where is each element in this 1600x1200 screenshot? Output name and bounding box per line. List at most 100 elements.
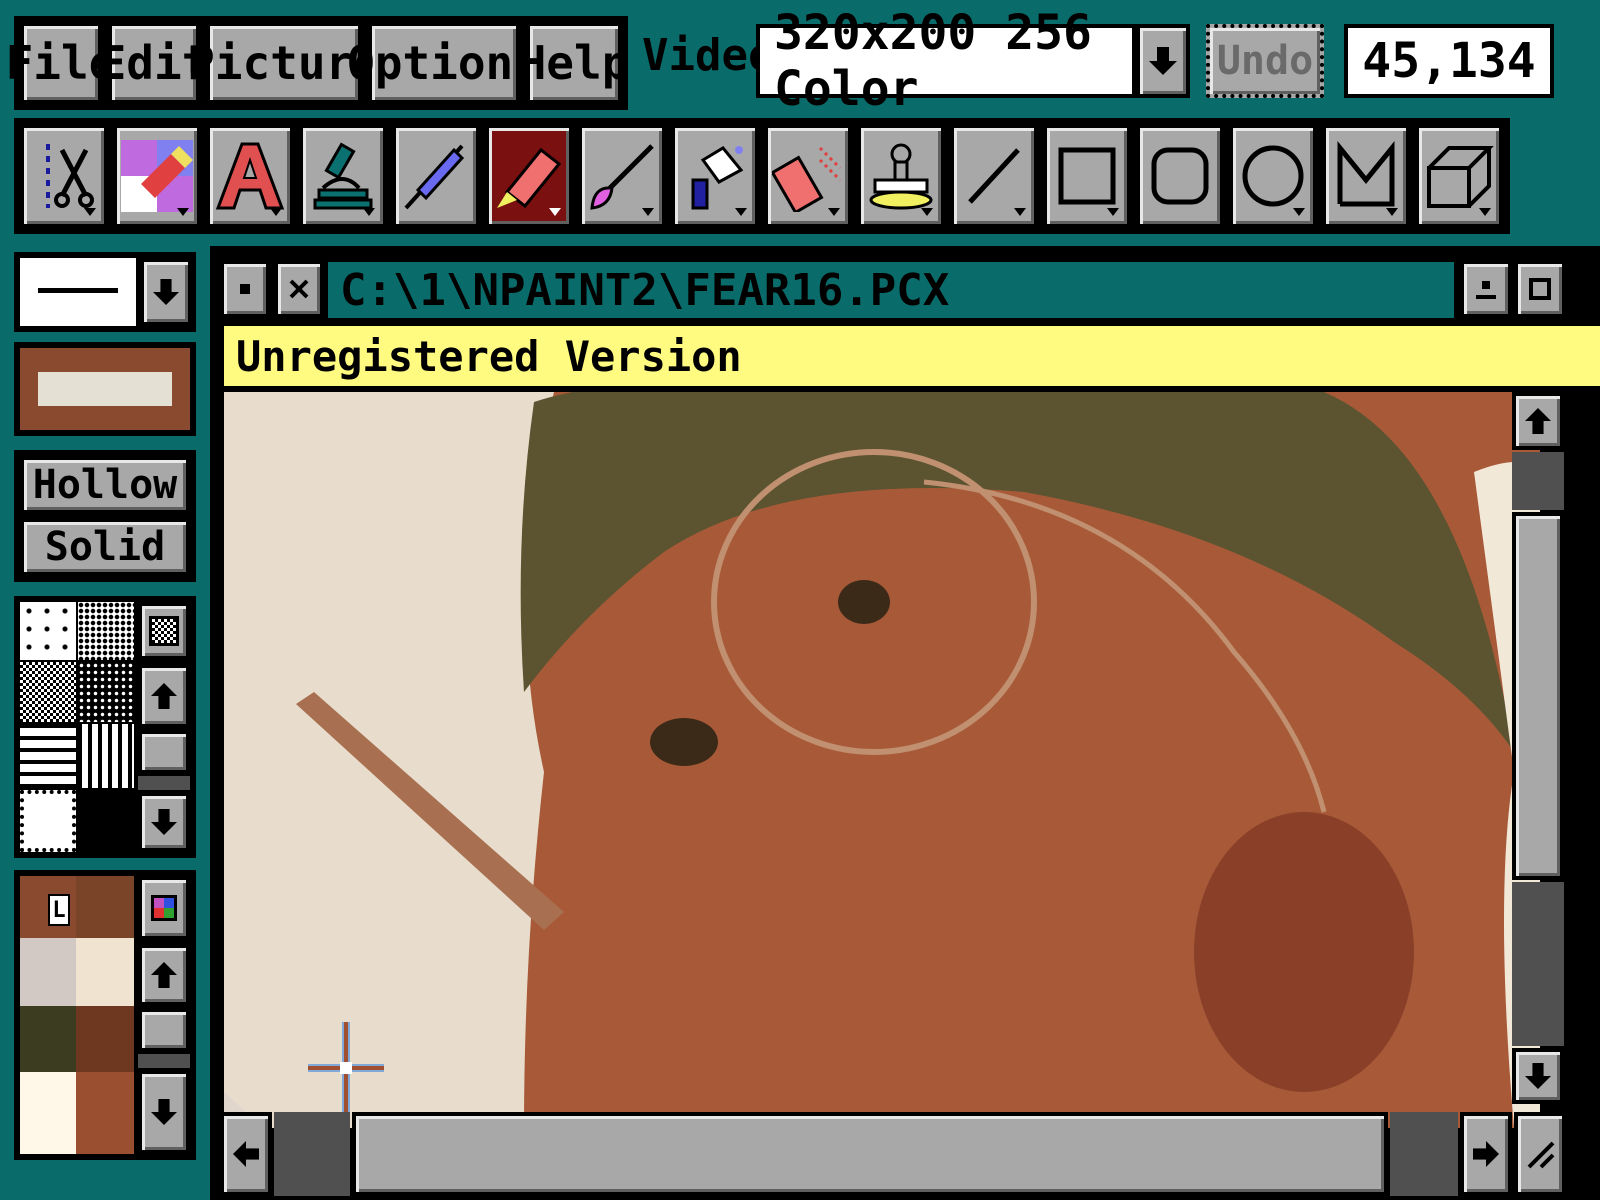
palette-marker-label: L bbox=[52, 897, 66, 923]
tool-microscope[interactable] bbox=[299, 124, 387, 228]
tool-color-replace[interactable] bbox=[113, 124, 201, 228]
document-title-bar[interactable]: C:\1\NPAINT2\FEAR16.PCX bbox=[328, 262, 1454, 318]
ellipse-icon bbox=[1242, 145, 1304, 207]
maximize-icon bbox=[1529, 278, 1551, 300]
solid-button[interactable]: Solid bbox=[20, 518, 190, 576]
tool-text[interactable] bbox=[206, 124, 294, 228]
palette-swatch-2[interactable] bbox=[76, 876, 134, 938]
horizontal-scroll-left[interactable] bbox=[220, 1112, 272, 1196]
text-icon bbox=[215, 142, 285, 210]
pattern-checker[interactable] bbox=[20, 662, 76, 722]
horizontal-scroll-track-right[interactable] bbox=[1390, 1112, 1458, 1196]
vertical-scroll-track-bottom[interactable] bbox=[1512, 882, 1564, 1046]
palette-swatch-7[interactable] bbox=[20, 1072, 76, 1154]
cut-icon bbox=[46, 144, 94, 208]
menu-help[interactable]: Help bbox=[519, 22, 629, 104]
menu-help-label: Help bbox=[518, 36, 630, 90]
solid-label: Solid bbox=[44, 524, 166, 570]
palette-icon bbox=[151, 895, 177, 921]
pattern-dense-dots[interactable] bbox=[78, 602, 134, 660]
palette-scroll-up[interactable] bbox=[138, 944, 190, 1006]
palette-scroll-down[interactable] bbox=[138, 1070, 190, 1154]
palette-scroll-thumb[interactable] bbox=[138, 1008, 190, 1052]
line-sample bbox=[38, 288, 118, 293]
image-canvas[interactable] bbox=[224, 392, 1540, 1128]
airbrush-icon bbox=[691, 146, 744, 210]
menu-file[interactable]: File bbox=[6, 22, 116, 104]
color-replace-icon bbox=[121, 140, 193, 212]
tool-ellipse[interactable] bbox=[1229, 124, 1317, 228]
window-close-button[interactable] bbox=[274, 260, 324, 318]
undo-button[interactable]: Undo bbox=[1206, 24, 1324, 98]
menu-options[interactable]: Options bbox=[347, 22, 541, 104]
tool-pen[interactable] bbox=[392, 124, 480, 228]
palette-swatch-8[interactable] bbox=[76, 1072, 134, 1154]
horizontal-scroll-right[interactable] bbox=[1460, 1112, 1512, 1196]
tool-cut[interactable] bbox=[20, 124, 108, 228]
arrow-up-icon bbox=[1525, 408, 1551, 434]
line-icon bbox=[968, 148, 1020, 204]
vertical-scroll-thumb[interactable] bbox=[1512, 512, 1564, 880]
pattern-grid[interactable] bbox=[78, 790, 134, 852]
vertical-scroll-up[interactable] bbox=[1512, 392, 1564, 450]
video-mode-select[interactable]: 320x200 256 Color bbox=[756, 5, 1136, 117]
pattern-sparse-dots[interactable] bbox=[20, 602, 76, 660]
resize-icon bbox=[1527, 1141, 1555, 1169]
pattern-scroll-up[interactable] bbox=[138, 664, 190, 728]
tool-stamp[interactable] bbox=[857, 124, 945, 228]
hollow-button[interactable]: Hollow bbox=[20, 456, 190, 514]
arrow-up-icon bbox=[151, 683, 177, 709]
close-icon bbox=[289, 279, 309, 299]
pattern-scroll-down[interactable] bbox=[138, 792, 190, 852]
pattern-horizontal-lines[interactable] bbox=[20, 724, 76, 788]
tool-box3d[interactable] bbox=[1415, 124, 1503, 228]
spray-icon bbox=[772, 146, 842, 212]
tool-polygon[interactable] bbox=[1322, 124, 1410, 228]
palette-editor-button[interactable] bbox=[138, 876, 190, 940]
tool-rounded-rectangle[interactable] bbox=[1136, 124, 1224, 228]
document-path: C:\1\NPAINT2\FEAR16.PCX bbox=[340, 264, 950, 316]
resize-grip[interactable] bbox=[1514, 1112, 1566, 1196]
tool-line[interactable] bbox=[950, 124, 1038, 228]
menu-picture[interactable]: Picture bbox=[187, 22, 381, 104]
horizontal-scroll-thumb[interactable] bbox=[352, 1112, 1388, 1196]
rounded-rectangle-icon bbox=[1151, 147, 1209, 205]
arrow-down-icon bbox=[151, 809, 177, 835]
palette-swatch-4[interactable] bbox=[76, 938, 134, 1006]
crosshair-cursor bbox=[308, 1022, 384, 1112]
arrow-up-icon bbox=[151, 962, 177, 988]
palette-swatch-3[interactable] bbox=[20, 938, 76, 1006]
pattern-dotted-border[interactable] bbox=[20, 790, 76, 852]
box3d-icon bbox=[1427, 146, 1494, 208]
tool-marker[interactable] bbox=[485, 124, 573, 228]
palette-left-marker: L bbox=[48, 894, 70, 926]
window-minimize-button[interactable] bbox=[1460, 260, 1512, 318]
tool-brush[interactable] bbox=[578, 124, 666, 228]
arrow-left-icon bbox=[233, 1141, 259, 1167]
system-menu-button[interactable] bbox=[220, 260, 270, 318]
coordinates-readout: 45,134 bbox=[1344, 24, 1554, 98]
current-color-preview[interactable] bbox=[14, 342, 196, 436]
vertical-scroll-track-top[interactable] bbox=[1512, 452, 1564, 510]
minimize-icon bbox=[1476, 281, 1496, 299]
pattern-scroll-thumb[interactable] bbox=[138, 730, 190, 774]
window-maximize-button[interactable] bbox=[1514, 260, 1566, 318]
line-style-preview[interactable] bbox=[20, 258, 136, 326]
tool-rectangle[interactable] bbox=[1043, 124, 1131, 228]
line-style-dropdown[interactable] bbox=[140, 258, 192, 326]
palette-swatch-5[interactable] bbox=[20, 1006, 76, 1072]
pattern-edit-button[interactable] bbox=[138, 602, 190, 660]
pattern-vertical-lines[interactable] bbox=[78, 724, 134, 788]
palette-swatch-6[interactable] bbox=[76, 1006, 134, 1072]
palette-scroll-track[interactable] bbox=[138, 1054, 190, 1068]
brush-icon bbox=[590, 144, 654, 210]
tool-airbrush[interactable] bbox=[671, 124, 759, 228]
video-dropdown-button[interactable] bbox=[1136, 24, 1190, 98]
vertical-scroll-down[interactable] bbox=[1512, 1048, 1564, 1104]
pattern-dark[interactable] bbox=[78, 662, 134, 722]
system-menu-icon bbox=[240, 284, 250, 294]
unregistered-text: Unregistered Version bbox=[236, 331, 742, 381]
horizontal-scroll-track-left[interactable] bbox=[274, 1112, 350, 1196]
tool-spray[interactable] bbox=[764, 124, 852, 228]
pattern-scroll-track[interactable] bbox=[138, 776, 190, 790]
